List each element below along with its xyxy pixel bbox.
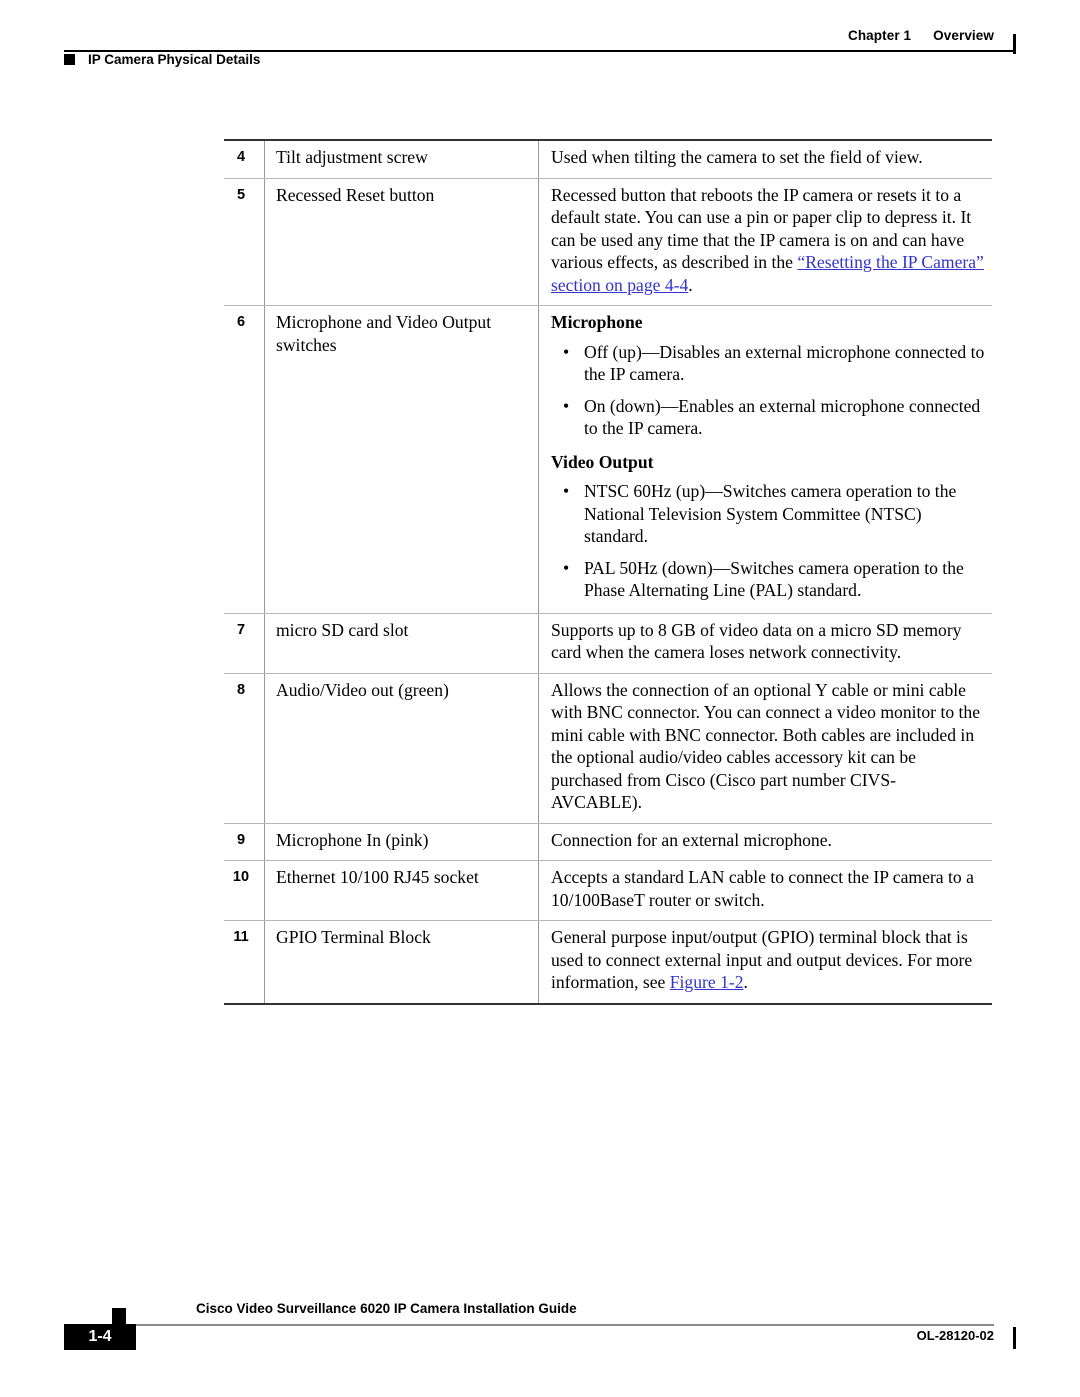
header-chapter-number: Chapter 1 [847,28,912,43]
description-text: Accepts a standard LAN cable to connect … [551,867,974,910]
list-item: • NTSC 60Hz (up)—Switches camera operatio… [551,480,986,548]
list-item: • Off (up)—Disables an external microphon… [551,341,986,386]
row-description: General purpose input/output (GPIO) term… [538,920,992,1005]
row-number: 4 [224,138,265,179]
row-number: 7 [224,613,265,674]
table-row: 9 Microphone In (pink) Connection for an… [224,823,992,862]
table-row: 10 Ethernet 10/100 RJ45 socket Accepts a… [224,860,992,922]
table-row: 8 Audio/Video out (green) Allows the con… [224,673,992,824]
description-text-lead: General purpose input/output (GPIO) term… [551,927,973,993]
bullet-icon: • [563,557,570,578]
list-item-text: On (down)—Enables an external microphone… [584,395,981,439]
square-bullet-icon [112,1308,126,1324]
microphone-bullet-list: • Off (up)—Disables an external microphon… [551,341,986,440]
header-chapter-title: Overview [933,28,994,43]
footer-rule [112,1324,994,1326]
row-description: Supports up to 8 GB of video data on a m… [538,613,992,674]
row-number: 6 [224,305,265,614]
header-chapter-info: Chapter 1 Overview [848,28,994,43]
list-item: • PAL 50Hz (down)—Switches camera operati… [551,557,986,602]
video-output-bullet-list: • NTSC 60Hz (up)—Switches camera operatio… [551,480,986,602]
row-component-name: GPIO Terminal Block [264,920,539,1005]
row-number: 8 [224,673,265,824]
row-component-name: Tilt adjustment screw [264,138,539,179]
list-item-text: PAL 50Hz (down)—Switches camera operatio… [584,557,964,601]
row-component-name: micro SD card slot [264,613,539,674]
footer-guide-title: Cisco Video Surveillance 6020 IP Camera … [196,1301,577,1316]
row-component-name: Recessed Reset button [264,178,539,307]
table-row: 11 GPIO Terminal Block General purpose i… [224,920,992,1005]
document-id: OL-28120-02 [916,1328,994,1343]
footer-end-tick [1013,1327,1016,1349]
header-section-group: IP Camera Physical Details [64,52,260,67]
header-section-label: IP Camera Physical Details [88,52,261,67]
row-number: 5 [224,178,265,307]
subheading-microphone: Microphone [551,312,643,333]
row-number: 11 [224,920,265,1005]
row-component-name: Audio/Video out (green) [264,673,539,824]
page-header: Chapter 1 Overview IP Camera Physical Det… [64,28,1016,72]
square-bullet-icon [64,54,75,65]
table-row: 5 Recessed Reset button Recessed button … [224,178,992,307]
row-description: Accepts a standard LAN cable to connect … [538,860,992,922]
bullet-icon: • [563,395,570,416]
ip-camera-physical-details-table: 4 Tilt adjustment screw Used when tiltin… [224,138,992,1005]
table-row: 4 Tilt adjustment screw Used when tiltin… [224,138,992,179]
description-text-tail: . [743,972,748,993]
description-text: General purpose input/output (GPIO) term… [551,926,986,994]
table-row: 7 micro SD card slot Supports up to 8 GB… [224,613,992,674]
row-number: 10 [224,860,265,922]
table-row: 6 Microphone and Video Output switches M… [224,305,992,614]
row-number: 9 [224,823,265,862]
page-footer: Cisco Video Surveillance 6020 IP Camera … [64,1301,1016,1359]
description-text: Connection for an external microphone. [551,829,832,850]
description-text: Supports up to 8 GB of video data on a m… [551,619,962,663]
row-description: Connection for an external microphone. [538,823,992,862]
description-text: Recessed button that reboots the IP came… [551,184,986,297]
row-description: Recessed button that reboots the IP came… [538,178,992,307]
row-description: Microphone • Off (up)—Disables an externa… [538,305,992,614]
list-item-text: NTSC 60Hz (up)—Switches camera operation… [584,481,957,547]
bullet-icon: • [563,481,570,502]
description-text: Used when tilting the camera to set the … [551,147,923,167]
subheading-video-output: Video Output [551,451,654,472]
description-text: Allows the connection of an optional Y c… [551,679,981,813]
cross-reference-link-figure-1-2[interactable]: Figure 1-2 [670,972,744,992]
row-description: Allows the connection of an optional Y c… [538,673,992,824]
list-item: • On (down)—Enables an external microphon… [551,395,986,440]
row-description: Used when tilting the camera to set the … [538,138,992,179]
bullet-icon: • [563,341,570,362]
row-component-name: Ethernet 10/100 RJ45 socket [264,860,539,922]
page-number-badge: 1-4 [64,1324,136,1350]
list-item-text: Off (up)—Disables an external microphone… [584,341,985,385]
row-component-name: Microphone In (pink) [264,823,539,862]
row-component-name: Microphone and Video Output switches [264,305,539,614]
description-text-tail: . [688,274,693,295]
